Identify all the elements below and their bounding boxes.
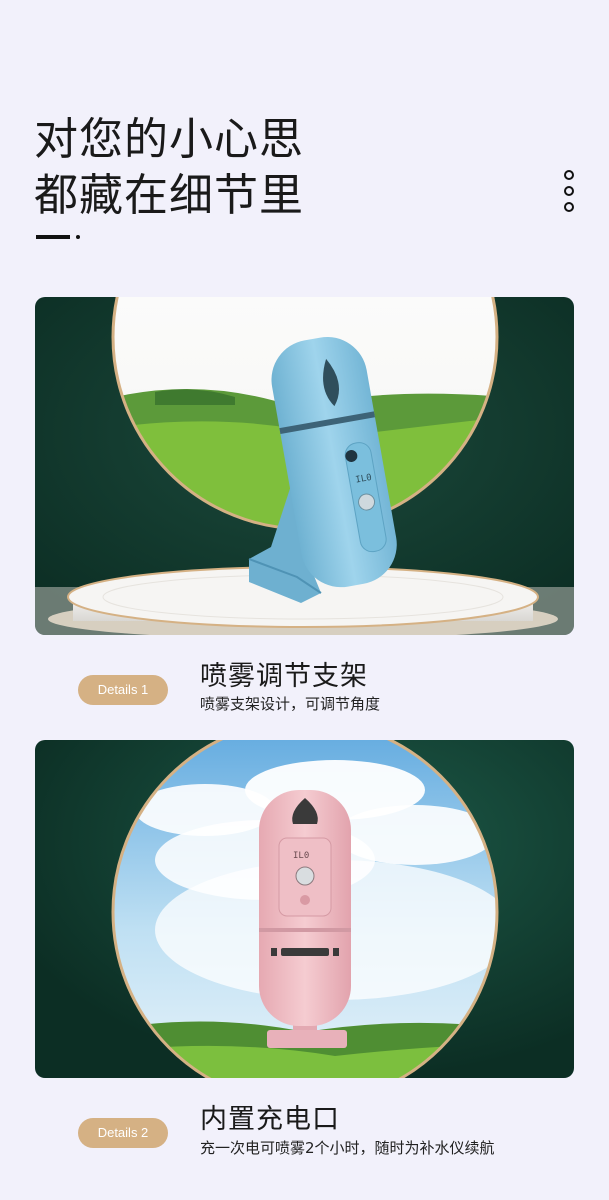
details-badge-1: Details 1 <box>78 675 168 705</box>
feature-image-2: IL0 <box>35 740 574 1078</box>
feature-subtitle-1: 喷雾支架设计，可调节角度 <box>200 695 381 713</box>
feature-image-1: IL0 <box>35 297 574 635</box>
feature-title-2: 内置充电口 <box>200 1104 340 1135</box>
feature-subtitle-2: 充一次电可喷雾2个小时，随时为补水仪续航 <box>200 1139 495 1157</box>
headline-underline <box>36 235 70 239</box>
device-display-2: IL0 <box>293 851 309 861</box>
details-badge-2: Details 2 <box>78 1118 168 1148</box>
feature-title-1: 喷雾调节支架 <box>200 661 368 692</box>
headline-underline-dot <box>76 235 80 239</box>
headline-line-2: 都藏在细节里 <box>34 170 304 221</box>
headline: 对您的小心思 都藏在细节里 <box>34 112 304 224</box>
headline-line-1: 对您的小心思 <box>34 114 304 165</box>
more-options-icon[interactable] <box>563 170 575 216</box>
